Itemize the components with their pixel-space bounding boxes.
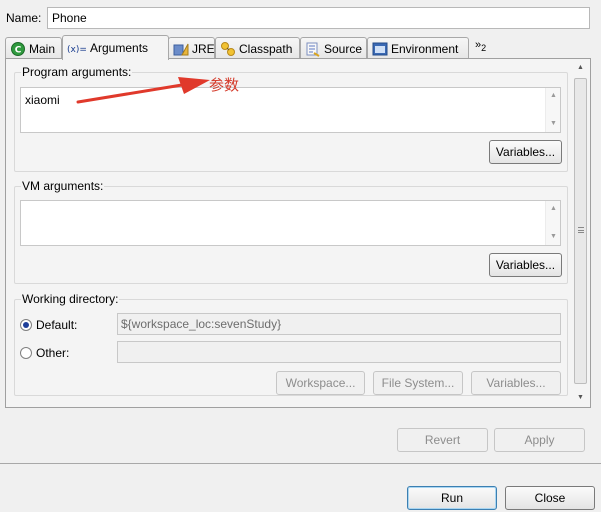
tab-jre[interactable]: JRE	[168, 37, 215, 59]
annotation-arrow-icon	[76, 77, 210, 104]
main-icon: C	[10, 41, 26, 57]
classpath-icon	[220, 41, 236, 57]
program-arguments-value: xiaomi	[25, 93, 60, 107]
default-directory-field[interactable]: ${workspace_loc:sevenStudy}	[117, 313, 561, 335]
tab-environment-label: Environment	[391, 41, 459, 56]
tab-source[interactable]: Source	[300, 37, 367, 59]
source-icon	[305, 41, 321, 57]
vm-arguments-group: VM arguments: ▲ ▼ Variables...	[14, 179, 568, 284]
other-label: Other:	[36, 346, 70, 360]
vm-arguments-scrollbar[interactable]: ▲ ▼	[545, 201, 560, 245]
scroll-up-icon[interactable]: ▲	[572, 60, 589, 76]
tab-main[interactable]: C Main	[5, 37, 62, 59]
grip-icon	[578, 227, 584, 233]
working-directory-title: Working directory:	[21, 292, 120, 306]
vm-arguments-title: VM arguments:	[21, 179, 105, 193]
close-button[interactable]: Close	[505, 486, 595, 510]
name-input[interactable]: Phone	[47, 7, 590, 29]
workspace-button[interactable]: Workspace...	[276, 371, 365, 395]
annotation-label: 参数	[209, 76, 240, 94]
scrollbar-thumb[interactable]	[574, 78, 587, 384]
program-arguments-variables-button[interactable]: Variables...	[489, 140, 562, 164]
arguments-icon: (x)=	[67, 40, 87, 56]
tab-overflow-count: 2	[481, 43, 487, 54]
other-directory-field[interactable]	[117, 341, 561, 363]
program-arguments-scrollbar[interactable]: ▲ ▼	[545, 88, 560, 132]
run-button[interactable]: Run	[407, 486, 497, 510]
tab-bar: C Main (x)= Arguments JRE Classpath Sour…	[5, 35, 591, 60]
revert-button[interactable]: Revert	[397, 428, 488, 452]
scroll-up-icon[interactable]: ▲	[546, 202, 561, 216]
file-system-button[interactable]: File System...	[373, 371, 463, 395]
tab-main-label: Main	[29, 41, 56, 56]
name-label: Name:	[6, 11, 42, 25]
svg-text:C: C	[15, 45, 22, 55]
default-label: Default:	[36, 318, 78, 332]
apply-button[interactable]: Apply	[494, 428, 585, 452]
scroll-up-icon[interactable]: ▲	[546, 89, 561, 103]
tab-jre-label: JRE	[192, 41, 215, 56]
jre-icon	[173, 41, 189, 57]
svg-text:(x)=: (x)=	[67, 45, 87, 55]
tab-arguments[interactable]: (x)= Arguments	[62, 35, 169, 60]
scroll-down-icon[interactable]: ▼	[546, 117, 561, 131]
working-directory-variables-button[interactable]: Variables...	[471, 371, 561, 395]
tab-arguments-label: Arguments	[90, 41, 149, 55]
tab-classpath-label: Classpath	[239, 41, 293, 56]
tab-source-label: Source	[324, 41, 363, 56]
tab-classpath[interactable]: Classpath	[215, 37, 300, 59]
panel-scrollbar[interactable]: ▲ ▼	[572, 60, 589, 406]
vm-arguments-textarea[interactable]: ▲ ▼	[20, 200, 561, 246]
default-radio[interactable]	[20, 319, 32, 331]
tab-overflow-button[interactable]: »2	[475, 39, 486, 53]
vm-arguments-variables-button[interactable]: Variables...	[489, 253, 562, 277]
tab-environment[interactable]: Environment	[367, 37, 469, 59]
scroll-down-icon[interactable]: ▼	[546, 230, 561, 244]
other-radio[interactable]	[20, 347, 32, 359]
scroll-down-icon[interactable]: ▼	[572, 390, 589, 406]
arguments-panel: Program arguments: xiaomi ▲ ▼ Variables.…	[5, 58, 591, 408]
environment-icon	[372, 41, 388, 57]
working-directory-group: Working directory: Default: ${workspace_…	[14, 292, 568, 396]
